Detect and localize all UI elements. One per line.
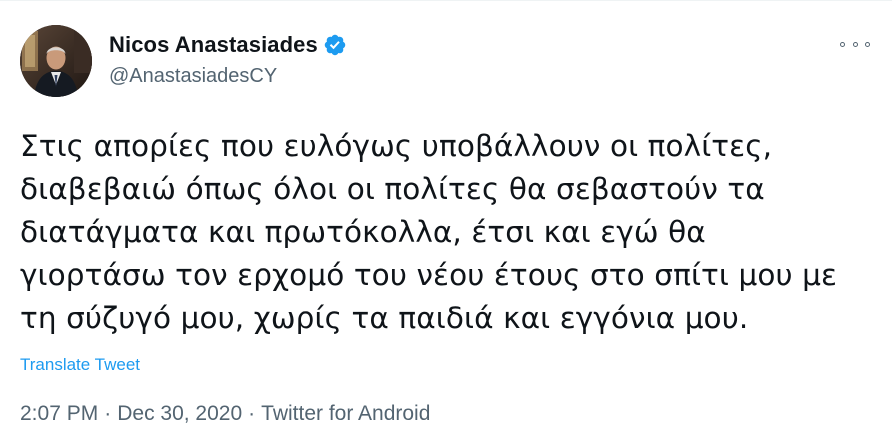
tweet-metadata: 2:07 PM · Dec 30, 2020 · Twitter for Android: [20, 402, 430, 426]
translate-tweet-link[interactable]: Translate Tweet: [20, 355, 140, 375]
avatar[interactable]: [20, 25, 92, 97]
tweet-card: Nicos Anastasiades @AnastasiadesCY Στις …: [0, 0, 892, 441]
tweet-date[interactable]: Dec 30, 2020: [117, 402, 242, 425]
more-horizontal-icon-dot: [865, 41, 870, 47]
tweet-text-line: διαβεβαιώ όπως όλοι οι πολίτες θα σεβαστ…: [20, 172, 765, 206]
author-display-name[interactable]: Nicos Anastasiades: [109, 32, 318, 58]
more-horizontal-icon: [840, 41, 845, 47]
tweet-text-line: Στις απορίες που ευλόγως υποβάλλουν οι π…: [20, 129, 773, 163]
author-block: Nicos Anastasiades @AnastasiadesCY: [109, 31, 347, 88]
tweet-text-line: τη σύζυγό μου, χωρίς τα παιδιά και εγγόν…: [20, 301, 749, 335]
tweet-source-link[interactable]: Twitter for Android: [261, 402, 430, 425]
avatar-photo: [20, 25, 92, 97]
tweet-text-line: διατάγματα και πρωτόκολλα, έτσι και εγώ …: [20, 215, 706, 249]
tweet-text: Στις απορίες που ευλόγως υποβάλλουν οι π…: [20, 125, 880, 340]
meta-separator: ·: [104, 402, 112, 425]
more-options-button[interactable]: [840, 36, 870, 52]
more-horizontal-icon-dot: [852, 41, 858, 47]
tweet-text-line: γιορτάσω τον ερχομό του νέου έτους στο σ…: [20, 258, 838, 292]
author-handle[interactable]: @AnastasiadesCY: [109, 65, 347, 88]
name-row: Nicos Anastasiades: [109, 31, 347, 59]
tweet-time[interactable]: 2:07 PM: [20, 402, 98, 425]
tweet-header: Nicos Anastasiades @AnastasiadesCY: [20, 22, 872, 102]
verified-badge-icon: [323, 33, 347, 57]
meta-separator: ·: [248, 402, 256, 425]
